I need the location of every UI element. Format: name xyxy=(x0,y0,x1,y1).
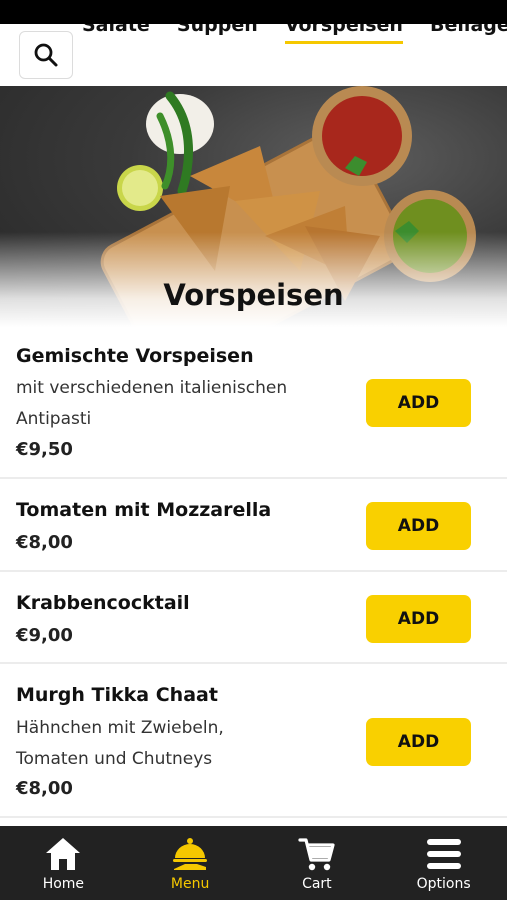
item-name: Gemischte Vorspeisen xyxy=(16,345,254,367)
item-name: Tomaten mit Mozzarella xyxy=(16,499,272,521)
tab-vorspeisen[interactable]: Vorspeisen xyxy=(284,24,404,44)
add-button[interactable]: ADD xyxy=(366,379,471,427)
menu-item: Gemischte Vorspeisen mit verschiedenen i… xyxy=(0,327,507,479)
nav-label: Menu xyxy=(170,876,210,892)
home-icon xyxy=(46,838,81,870)
nav-label: Options xyxy=(416,876,471,892)
menu-item: Murgh Tikka Chaat Hähnchen mit Zwiebeln,… xyxy=(0,664,507,818)
nav-home[interactable]: Home xyxy=(0,826,127,900)
item-description-line: mit verschiedenen italienischen xyxy=(16,378,288,398)
add-button[interactable]: ADD xyxy=(366,595,471,643)
category-tabs: Salate Suppen Vorspeisen Beilagen und xyxy=(82,24,507,44)
status-bar xyxy=(0,0,507,24)
item-description: mit verschiedenen italienischen Antipast… xyxy=(16,373,346,435)
menu-cloche-icon xyxy=(173,838,208,870)
add-button[interactable]: ADD xyxy=(366,718,471,766)
item-price: €9,50 xyxy=(16,439,73,460)
category-title: Vorspeisen xyxy=(163,278,344,312)
bottom-navigation: Home Menu Cart Options xyxy=(0,826,507,900)
search-button[interactable] xyxy=(19,31,73,79)
item-name: Murgh Tikka Chaat xyxy=(16,684,218,706)
nav-menu[interactable]: Menu xyxy=(127,826,254,900)
item-description: Hähnchen mit Zwiebeln, Tomaten und Chutn… xyxy=(16,713,346,775)
nav-options[interactable]: Options xyxy=(380,826,507,900)
menu-item: Krabbencocktail €9,00 ADD xyxy=(0,572,507,664)
tab-beilagen[interactable]: Beilagen und xyxy=(430,24,507,36)
tab-suppen[interactable]: Suppen xyxy=(177,24,258,36)
item-description-line: Antipasti xyxy=(16,409,92,429)
menu-item: Tomaten mit Mozzarella €8,00 ADD xyxy=(0,479,507,572)
add-button[interactable]: ADD xyxy=(366,502,471,550)
hamburger-icon xyxy=(426,839,461,869)
cart-icon xyxy=(298,838,335,871)
item-price: €9,00 xyxy=(16,625,73,646)
nav-label: Cart xyxy=(302,876,332,892)
item-price: €8,00 xyxy=(16,778,73,799)
tab-salate[interactable]: Salate xyxy=(82,24,150,36)
category-header: Salate Suppen Vorspeisen Beilagen und xyxy=(0,24,507,86)
item-description-line: Tomaten und Chutneys xyxy=(16,749,213,769)
item-description-line: Hähnchen mit Zwiebeln, xyxy=(16,718,224,738)
search-icon xyxy=(34,43,58,67)
item-name: Krabbencocktail xyxy=(16,592,190,614)
item-price: €8,00 xyxy=(16,532,73,553)
nav-label: Home xyxy=(42,876,85,892)
category-hero: Vorspeisen xyxy=(0,86,507,327)
nav-cart[interactable]: Cart xyxy=(254,826,381,900)
